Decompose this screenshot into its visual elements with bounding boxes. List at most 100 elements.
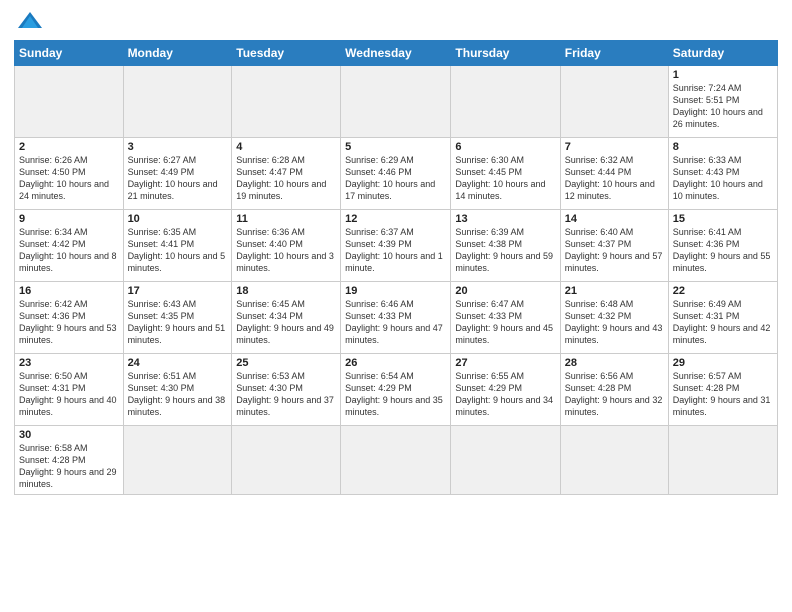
day-info: Sunrise: 6:50 AM Sunset: 4:31 PM Dayligh…	[19, 370, 119, 419]
calendar-cell	[15, 66, 124, 138]
calendar-cell	[451, 426, 560, 495]
day-number: 8	[673, 141, 773, 153]
day-number: 3	[128, 141, 228, 153]
day-number: 30	[19, 429, 119, 441]
day-number: 22	[673, 285, 773, 297]
day-info: Sunrise: 6:54 AM Sunset: 4:29 PM Dayligh…	[345, 370, 446, 419]
day-number: 9	[19, 213, 119, 225]
calendar-cell: 13Sunrise: 6:39 AM Sunset: 4:38 PM Dayli…	[451, 210, 560, 282]
day-info: Sunrise: 6:27 AM Sunset: 4:49 PM Dayligh…	[128, 154, 228, 203]
calendar-cell: 26Sunrise: 6:54 AM Sunset: 4:29 PM Dayli…	[341, 354, 451, 426]
calendar: SundayMondayTuesdayWednesdayThursdayFrid…	[14, 40, 778, 495]
calendar-cell	[341, 66, 451, 138]
day-info: Sunrise: 6:35 AM Sunset: 4:41 PM Dayligh…	[128, 226, 228, 275]
weekday-header-tuesday: Tuesday	[232, 41, 341, 66]
day-info: Sunrise: 6:45 AM Sunset: 4:34 PM Dayligh…	[236, 298, 336, 347]
calendar-week-1: 2Sunrise: 6:26 AM Sunset: 4:50 PM Daylig…	[15, 138, 778, 210]
calendar-cell: 10Sunrise: 6:35 AM Sunset: 4:41 PM Dayli…	[123, 210, 232, 282]
logo-text	[14, 10, 44, 32]
day-info: Sunrise: 6:33 AM Sunset: 4:43 PM Dayligh…	[673, 154, 773, 203]
calendar-cell: 2Sunrise: 6:26 AM Sunset: 4:50 PM Daylig…	[15, 138, 124, 210]
calendar-cell: 12Sunrise: 6:37 AM Sunset: 4:39 PM Dayli…	[341, 210, 451, 282]
day-info: Sunrise: 6:30 AM Sunset: 4:45 PM Dayligh…	[455, 154, 555, 203]
day-number: 5	[345, 141, 446, 153]
day-number: 21	[565, 285, 664, 297]
weekday-header-row: SundayMondayTuesdayWednesdayThursdayFrid…	[15, 41, 778, 66]
calendar-cell: 15Sunrise: 6:41 AM Sunset: 4:36 PM Dayli…	[668, 210, 777, 282]
calendar-cell: 6Sunrise: 6:30 AM Sunset: 4:45 PM Daylig…	[451, 138, 560, 210]
calendar-cell: 16Sunrise: 6:42 AM Sunset: 4:36 PM Dayli…	[15, 282, 124, 354]
header-area	[14, 10, 778, 32]
weekday-header-saturday: Saturday	[668, 41, 777, 66]
calendar-cell: 1Sunrise: 7:24 AM Sunset: 5:51 PM Daylig…	[668, 66, 777, 138]
weekday-header-wednesday: Wednesday	[341, 41, 451, 66]
day-number: 29	[673, 357, 773, 369]
day-info: Sunrise: 6:32 AM Sunset: 4:44 PM Dayligh…	[565, 154, 664, 203]
calendar-cell: 14Sunrise: 6:40 AM Sunset: 4:37 PM Dayli…	[560, 210, 668, 282]
calendar-week-3: 16Sunrise: 6:42 AM Sunset: 4:36 PM Dayli…	[15, 282, 778, 354]
day-number: 13	[455, 213, 555, 225]
calendar-cell	[668, 426, 777, 495]
weekday-header-thursday: Thursday	[451, 41, 560, 66]
day-info: Sunrise: 6:43 AM Sunset: 4:35 PM Dayligh…	[128, 298, 228, 347]
calendar-cell: 24Sunrise: 6:51 AM Sunset: 4:30 PM Dayli…	[123, 354, 232, 426]
day-number: 4	[236, 141, 336, 153]
day-number: 28	[565, 357, 664, 369]
day-info: Sunrise: 6:41 AM Sunset: 4:36 PM Dayligh…	[673, 226, 773, 275]
day-number: 19	[345, 285, 446, 297]
day-info: Sunrise: 6:36 AM Sunset: 4:40 PM Dayligh…	[236, 226, 336, 275]
weekday-header-friday: Friday	[560, 41, 668, 66]
day-info: Sunrise: 6:47 AM Sunset: 4:33 PM Dayligh…	[455, 298, 555, 347]
day-info: Sunrise: 7:24 AM Sunset: 5:51 PM Dayligh…	[673, 82, 773, 131]
day-number: 26	[345, 357, 446, 369]
day-number: 1	[673, 69, 773, 81]
calendar-week-2: 9Sunrise: 6:34 AM Sunset: 4:42 PM Daylig…	[15, 210, 778, 282]
day-info: Sunrise: 6:51 AM Sunset: 4:30 PM Dayligh…	[128, 370, 228, 419]
weekday-header-monday: Monday	[123, 41, 232, 66]
logo-icon	[16, 10, 44, 32]
calendar-cell: 27Sunrise: 6:55 AM Sunset: 4:29 PM Dayli…	[451, 354, 560, 426]
day-number: 2	[19, 141, 119, 153]
calendar-week-4: 23Sunrise: 6:50 AM Sunset: 4:31 PM Dayli…	[15, 354, 778, 426]
calendar-week-5: 30Sunrise: 6:58 AM Sunset: 4:28 PM Dayli…	[15, 426, 778, 495]
page: SundayMondayTuesdayWednesdayThursdayFrid…	[0, 0, 792, 612]
day-number: 25	[236, 357, 336, 369]
logo-area	[14, 10, 44, 32]
day-info: Sunrise: 6:53 AM Sunset: 4:30 PM Dayligh…	[236, 370, 336, 419]
calendar-cell: 28Sunrise: 6:56 AM Sunset: 4:28 PM Dayli…	[560, 354, 668, 426]
calendar-cell	[451, 66, 560, 138]
calendar-cell	[560, 426, 668, 495]
day-number: 6	[455, 141, 555, 153]
day-number: 10	[128, 213, 228, 225]
calendar-cell: 11Sunrise: 6:36 AM Sunset: 4:40 PM Dayli…	[232, 210, 341, 282]
calendar-cell: 23Sunrise: 6:50 AM Sunset: 4:31 PM Dayli…	[15, 354, 124, 426]
day-info: Sunrise: 6:28 AM Sunset: 4:47 PM Dayligh…	[236, 154, 336, 203]
calendar-cell	[232, 66, 341, 138]
calendar-cell: 30Sunrise: 6:58 AM Sunset: 4:28 PM Dayli…	[15, 426, 124, 495]
day-info: Sunrise: 6:26 AM Sunset: 4:50 PM Dayligh…	[19, 154, 119, 203]
day-info: Sunrise: 6:49 AM Sunset: 4:31 PM Dayligh…	[673, 298, 773, 347]
calendar-cell: 5Sunrise: 6:29 AM Sunset: 4:46 PM Daylig…	[341, 138, 451, 210]
day-number: 17	[128, 285, 228, 297]
day-info: Sunrise: 6:46 AM Sunset: 4:33 PM Dayligh…	[345, 298, 446, 347]
calendar-cell	[123, 66, 232, 138]
day-info: Sunrise: 6:48 AM Sunset: 4:32 PM Dayligh…	[565, 298, 664, 347]
day-number: 12	[345, 213, 446, 225]
day-info: Sunrise: 6:39 AM Sunset: 4:38 PM Dayligh…	[455, 226, 555, 275]
calendar-week-0: 1Sunrise: 7:24 AM Sunset: 5:51 PM Daylig…	[15, 66, 778, 138]
calendar-cell: 4Sunrise: 6:28 AM Sunset: 4:47 PM Daylig…	[232, 138, 341, 210]
calendar-cell: 9Sunrise: 6:34 AM Sunset: 4:42 PM Daylig…	[15, 210, 124, 282]
day-info: Sunrise: 6:40 AM Sunset: 4:37 PM Dayligh…	[565, 226, 664, 275]
calendar-cell: 18Sunrise: 6:45 AM Sunset: 4:34 PM Dayli…	[232, 282, 341, 354]
weekday-header-sunday: Sunday	[15, 41, 124, 66]
calendar-cell	[232, 426, 341, 495]
calendar-cell: 22Sunrise: 6:49 AM Sunset: 4:31 PM Dayli…	[668, 282, 777, 354]
day-info: Sunrise: 6:29 AM Sunset: 4:46 PM Dayligh…	[345, 154, 446, 203]
calendar-cell: 7Sunrise: 6:32 AM Sunset: 4:44 PM Daylig…	[560, 138, 668, 210]
day-number: 20	[455, 285, 555, 297]
calendar-cell: 19Sunrise: 6:46 AM Sunset: 4:33 PM Dayli…	[341, 282, 451, 354]
day-info: Sunrise: 6:37 AM Sunset: 4:39 PM Dayligh…	[345, 226, 446, 275]
day-number: 15	[673, 213, 773, 225]
calendar-cell: 25Sunrise: 6:53 AM Sunset: 4:30 PM Dayli…	[232, 354, 341, 426]
day-number: 27	[455, 357, 555, 369]
